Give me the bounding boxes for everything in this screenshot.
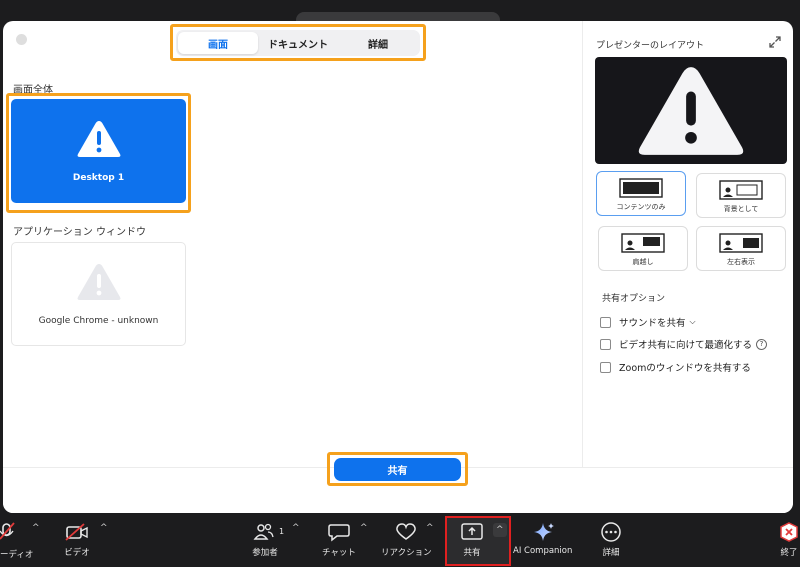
optimize-video-checkbox[interactable] [600,338,611,350]
toolbar-end[interactable]: 終了 [778,522,800,558]
over-shoulder-layout-icon [621,233,665,253]
toolbar-ai-companion-label: AI Companion [513,546,573,556]
share-button[interactable]: 共有 [334,458,461,481]
layout-label: コンテンツのみ [616,203,666,211]
share-screen-icon [461,523,483,540]
layout-side-by-side-button[interactable]: 左右表示 [696,226,786,271]
presenter-layout-title: プレゼンターのレイアウト [596,41,705,51]
share-zoom-window-checkbox[interactable] [600,361,611,373]
share-tabs: 画面 ドキュメント 詳細 [176,30,420,56]
end-meeting-icon [780,522,798,542]
toolbar-audio[interactable] [0,522,22,542]
desktop-tile-label: Desktop 1 [72,173,125,183]
toolbar-more[interactable]: 詳細 [600,522,622,558]
layout-over-shoulder-button[interactable]: 肩越し [598,226,688,271]
microphone-muted-icon [0,522,15,540]
option-share-zoom-window[interactable]: Zoomのウィンドウを共有する [600,360,751,374]
toolbar-chat[interactable]: チャット [322,522,356,558]
sparkle-icon [533,523,554,541]
tab-advanced[interactable]: 詳細 [338,32,418,54]
tab-screen[interactable]: 画面 [178,32,258,54]
toolbar-participants-label: 参加者 [252,548,278,558]
toolbar-chat-label: チャット [322,548,356,558]
chrome-window-tile[interactable]: Google Chrome - unknown [11,242,186,346]
toolbar-audio-label: ーディオ [0,550,34,560]
share-sound-label: サウンドを共有 [619,318,686,329]
chevron-up-icon[interactable]: ^ [32,523,40,533]
toolbar-video-label: ビデオ [64,548,90,558]
help-icon[interactable]: ? [756,338,768,350]
share-zoom-window-label: Zoomのウィンドウを共有する [619,363,751,374]
layout-background-button[interactable]: 背景として [696,173,786,218]
warning-icon [638,66,744,155]
option-optimize-video[interactable]: ビデオ共有に向けて最適化する ? [600,337,768,351]
layout-label: 左右表示 [727,258,755,266]
tab-document[interactable]: ドキュメント [258,32,338,54]
chevron-up-icon[interactable]: ^ [426,523,434,533]
more-icon [601,522,621,542]
chrome-tile-label: Google Chrome - unknown [38,316,159,326]
chevron-up-icon[interactable]: ^ [360,523,368,533]
share-sound-checkbox[interactable] [600,316,611,328]
presenter-layout-panel: プレゼンターのレイアウト コンテンツのみ 背景として 肩越し 左右表示 共有オプ… [582,21,793,467]
layout-label: 背景として [723,205,759,213]
chevron-up-icon[interactable]: ^ [292,523,300,533]
option-share-sound[interactable]: サウンドを共有 ⌵ [600,315,696,329]
toolbar-share[interactable]: 共有 [459,522,485,558]
layout-label: 肩越し [632,258,654,266]
participants-icon [253,523,274,540]
toolbar-more-label: 詳細 [602,548,620,558]
layout-preview [595,57,787,164]
toolbar-reactions[interactable]: リアクション [381,522,432,558]
heart-icon [396,523,417,540]
chevron-up-icon[interactable]: ^ [493,523,507,537]
share-screen-dialog: 画面 ドキュメント 詳細 画面全体 Desktop 1 アプリケーション ウィン… [3,21,793,513]
side-by-side-layout-icon [719,233,763,253]
participants-count: 1 [279,527,285,536]
desktop-tile[interactable]: Desktop 1 [11,99,186,203]
meeting-toolbar: ーディオ ^ ビデオ ^ 参加者 1 ^ チャット ^ リアクション ^ [0,513,800,567]
content-only-layout-icon [619,178,663,198]
toolbar-participants[interactable]: 参加者 [252,522,278,558]
layout-content-only-button[interactable]: コンテンツのみ [596,171,686,216]
toolbar-share-label: 共有 [463,548,481,558]
toolbar-end-label: 終了 [780,548,798,558]
window-close-dot[interactable] [16,34,27,45]
warning-icon [77,121,120,157]
toolbar-video[interactable]: ビデオ [64,522,90,558]
app-window-section-label: アプリケーション ウィンドウ [13,227,146,238]
warning-icon [77,264,120,300]
optimize-video-label: ビデオ共有に向けて最適化する [619,340,753,351]
video-off-icon [65,523,88,541]
share-options-title: 共有オプション [602,294,666,304]
toolbar-reactions-label: リアクション [381,548,432,558]
chevron-down-icon[interactable]: ⌵ [690,317,696,327]
chevron-up-icon[interactable]: ^ [100,523,108,533]
expand-icon[interactable] [768,35,782,49]
toolbar-ai-companion[interactable]: AI Companion [513,522,572,556]
background-layout-icon [719,180,763,200]
chat-icon [328,524,350,542]
